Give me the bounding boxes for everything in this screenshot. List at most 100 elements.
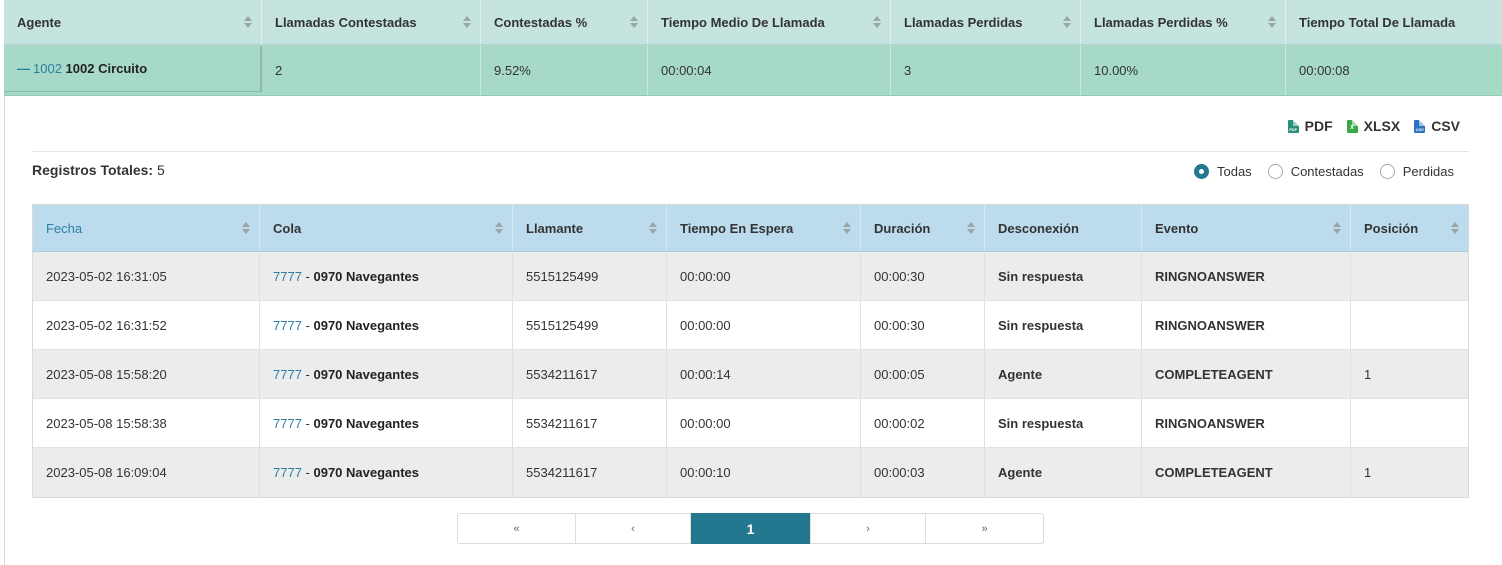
radio-icon[interactable] xyxy=(1267,164,1283,179)
sort-icon[interactable] xyxy=(495,222,503,234)
fecha-cell: 2023-05-02 16:31:05 xyxy=(33,252,260,300)
table-row: 2023-05-02 16:31:05 7777 - 0970 Navegant… xyxy=(33,252,1468,301)
col-tiempo-espera-header[interactable]: Tiempo En Espera xyxy=(667,205,861,251)
cola-code-link[interactable]: 7777 xyxy=(273,318,302,333)
evento-cell: RINGNOANSWER xyxy=(1142,252,1351,300)
divider xyxy=(32,151,1469,152)
filter-perdidas-radio[interactable]: Perdidas xyxy=(1379,164,1454,179)
sort-icon[interactable] xyxy=(1333,222,1341,234)
table-row: 2023-05-02 16:31:52 7777 - 0970 Navegant… xyxy=(33,301,1468,350)
fecha-cell: 2023-05-08 16:09:04 xyxy=(33,448,260,497)
call-filter-group: Todas Contestadas Perdidas xyxy=(1193,164,1454,179)
agent-cell[interactable]: — 1002 1002 Circuito xyxy=(4,46,262,92)
col-cola-header[interactable]: Cola xyxy=(260,205,513,251)
radio-selected-icon[interactable] xyxy=(1193,164,1209,179)
sort-icon[interactable] xyxy=(967,222,975,234)
sort-icon[interactable] xyxy=(463,16,471,28)
llamante-cell: 5515125499 xyxy=(513,301,667,349)
desconexion-cell: Sin respuesta xyxy=(985,252,1142,300)
col-llamante-header[interactable]: Llamante xyxy=(513,205,667,251)
evento-cell: RINGNOANSWER xyxy=(1142,301,1351,349)
espera-cell: 00:00:00 xyxy=(667,252,861,300)
agent-row[interactable]: — 1002 1002 Circuito 2 9.52% 00:00:04 3 … xyxy=(4,46,1502,96)
prev-page-button[interactable]: ‹ xyxy=(576,514,691,543)
col-desconexion-header[interactable]: Desconexión xyxy=(985,205,1142,251)
sort-icon[interactable] xyxy=(873,16,881,28)
current-page-button[interactable]: 1 xyxy=(691,513,811,544)
records-table-header: Fecha Cola Llamante Tiempo En Espera Dur… xyxy=(33,205,1468,252)
cola-code-link[interactable]: 7777 xyxy=(273,269,302,284)
desconexion-cell: Sin respuesta xyxy=(985,399,1142,447)
collapse-icon[interactable]: — xyxy=(17,61,30,76)
cola-code-link[interactable]: 7777 xyxy=(273,416,302,431)
cola-code-link[interactable]: 7777 xyxy=(273,367,302,382)
cola-cell: 7777 - 0970 Navegantes xyxy=(260,350,513,398)
total-records: Registros Totales: 5 xyxy=(32,162,165,178)
cola-cell: 7777 - 0970 Navegantes xyxy=(260,301,513,349)
posicion-cell xyxy=(1351,252,1468,300)
sort-icon[interactable] xyxy=(649,222,657,234)
col-llamadas-perdidas-header[interactable]: Llamadas Perdidas xyxy=(891,0,1081,44)
sort-icon[interactable] xyxy=(1268,16,1276,28)
col-posicion-header[interactable]: Posición xyxy=(1351,205,1468,251)
espera-cell: 00:00:14 xyxy=(667,350,861,398)
col-evento-header[interactable]: Evento xyxy=(1142,205,1351,251)
cola-cell: 7777 - 0970 Navegantes xyxy=(260,252,513,300)
col-duracion-header[interactable]: Duración xyxy=(861,205,985,251)
lost-pct-cell: 10.00% xyxy=(1081,46,1286,95)
filter-contestadas-radio[interactable]: Contestadas xyxy=(1267,164,1364,179)
table-row: 2023-05-08 16:09:04 7777 - 0970 Navegant… xyxy=(33,448,1468,497)
fecha-cell: 2023-05-02 16:31:52 xyxy=(33,301,260,349)
col-tiempo-total-header[interactable]: Tiempo Total De Llamada xyxy=(1286,0,1502,44)
posicion-cell: 1 xyxy=(1364,465,1372,480)
avg-time-cell: 00:00:04 xyxy=(648,46,891,95)
col-llamadas-contestadas-header[interactable]: Llamadas Contestadas xyxy=(262,0,481,44)
lost-cell: 3 xyxy=(891,46,1081,95)
agent-code-link[interactable]: 1002 xyxy=(33,61,62,76)
filter-todas-radio[interactable]: Todas xyxy=(1193,164,1252,179)
desconexion-cell: Agente xyxy=(985,350,1142,398)
llamante-cell: 5534211617 xyxy=(513,350,667,398)
agent-summary-table: Agente Llamadas Contestadas Contestadas … xyxy=(4,0,1502,96)
export-xlsx-button[interactable]: x XLSX xyxy=(1346,118,1400,134)
answered-pct-cell: 9.52% xyxy=(481,46,648,95)
posicion-cell xyxy=(1351,301,1468,349)
evento-cell: COMPLETEAGENT xyxy=(1142,448,1351,497)
duracion-cell: 00:00:30 xyxy=(861,301,985,349)
last-page-button[interactable]: » xyxy=(926,514,1043,543)
evento-cell: RINGNOANSWER xyxy=(1142,399,1351,447)
next-page-button[interactable]: › xyxy=(811,514,926,543)
total-time-cell: 00:00:08 xyxy=(1299,63,1350,78)
espera-cell: 00:00:10 xyxy=(667,448,861,497)
sort-icon[interactable] xyxy=(1063,16,1071,28)
sort-icon[interactable] xyxy=(843,222,851,234)
col-tiempo-medio-header[interactable]: Tiempo Medio De Llamada xyxy=(648,0,891,44)
llamante-cell: 5515125499 xyxy=(513,252,667,300)
detail-panel-border xyxy=(4,96,5,565)
radio-icon[interactable] xyxy=(1379,164,1395,179)
sort-icon[interactable] xyxy=(630,16,638,28)
answered-cell: 2 xyxy=(262,46,481,95)
cola-code-link[interactable]: 7777 xyxy=(273,465,302,480)
posicion-cell: 1 xyxy=(1364,366,1372,382)
duracion-cell: 00:00:30 xyxy=(861,252,985,300)
col-agente-header[interactable]: Agente xyxy=(4,0,262,44)
sort-icon[interactable] xyxy=(244,16,252,28)
call-records-table: Fecha Cola Llamante Tiempo En Espera Dur… xyxy=(32,204,1469,498)
excel-file-icon: x xyxy=(1346,119,1358,133)
export-csv-button[interactable]: CSV CSV xyxy=(1414,118,1460,134)
table-row: 2023-05-08 15:58:38 7777 - 0970 Navegant… xyxy=(33,399,1468,448)
col-contestadas-pct-header[interactable]: Contestadas % xyxy=(481,0,648,44)
pdf-file-icon: PDF xyxy=(1287,119,1299,133)
pagination: « ‹ 1 › » xyxy=(457,513,1044,544)
sort-icon[interactable] xyxy=(1451,222,1459,234)
first-page-button[interactable]: « xyxy=(458,514,576,543)
col-perdidas-pct-header[interactable]: Llamadas Perdidas % xyxy=(1081,0,1286,44)
col-fecha-header[interactable]: Fecha xyxy=(33,205,260,251)
sort-icon[interactable] xyxy=(242,222,250,234)
total-records-label: Registros Totales: xyxy=(32,162,154,178)
evento-cell: COMPLETEAGENT xyxy=(1142,350,1351,398)
duracion-cell: 00:00:05 xyxy=(861,350,985,398)
export-pdf-button[interactable]: PDF PDF xyxy=(1287,118,1333,134)
export-toolbar: PDF PDF x XLSX CSV CSV xyxy=(1287,118,1460,134)
